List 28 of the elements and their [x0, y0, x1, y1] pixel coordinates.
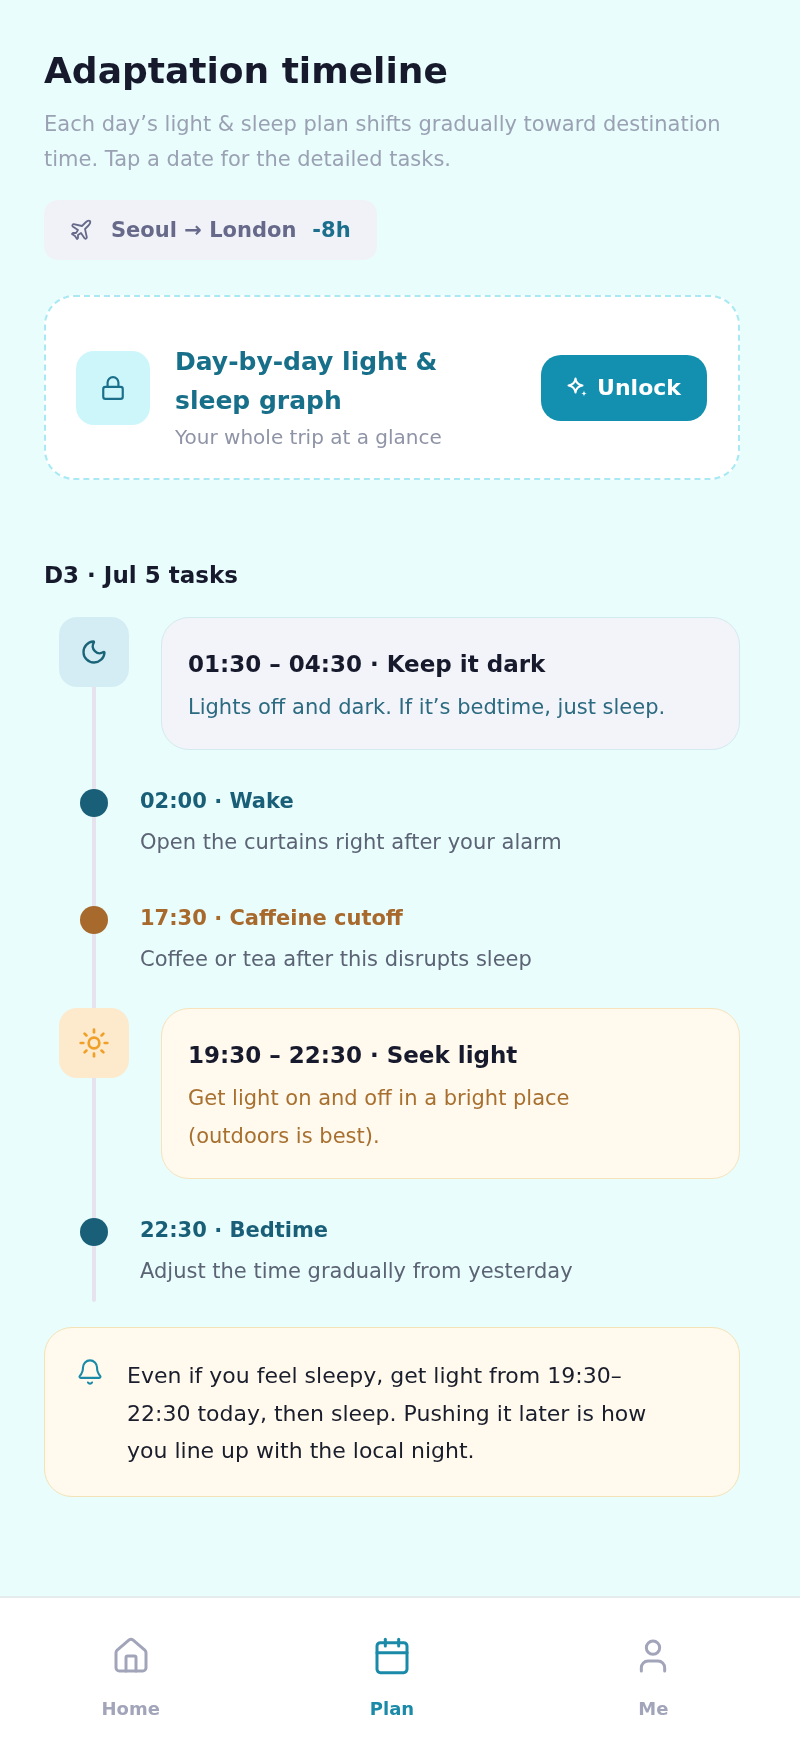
lock-icon: [76, 350, 150, 425]
task-description: Get light on and off in a bright place (outdoors is best).: [188, 1085, 571, 1150]
task-description: Lights off and dark. If it’s bedtime, just sleep.: [188, 694, 667, 721]
event-title: 17:30 · Caffeine cutoff: [140, 905, 404, 932]
section-heading: D3 · Jul 5 tasks: [44, 561, 239, 590]
task-title: 19:30 – 22:30 · Seek light: [188, 1041, 519, 1070]
route-text: Seoul → London: [111, 218, 297, 242]
page-title: Adaptation timeline: [44, 49, 449, 93]
event-title: 02:00 · Wake: [140, 788, 295, 815]
upsell-subtitle: Your whole trip at a glance: [175, 423, 443, 451]
event-description: Open the curtains right after your alarm: [140, 829, 562, 856]
sparkle-icon: [567, 377, 589, 398]
moon-icon: [59, 617, 129, 687]
unlock-button[interactable]: Unlock: [541, 354, 707, 421]
event-description: Coffee or tea after this disrupts sleep: [140, 946, 532, 973]
nav-tab[interactable]: Plan: [369, 1636, 415, 1721]
page-subtitle: Each day’s light & sleep plan shifts gradually toward destination time. Tap a date for the detailed tasks.: [44, 111, 722, 173]
sun-icon: [59, 1008, 129, 1078]
time-offset: -8h: [312, 218, 351, 242]
event-description: Adjust the time gradually from yesterday: [140, 1258, 573, 1285]
nav-tab[interactable]: Home: [101, 1636, 160, 1721]
nav-tab[interactable]: Me: [633, 1636, 674, 1721]
event-title: 22:30 · Bedtime: [140, 1217, 330, 1244]
bell-icon: [76, 1358, 104, 1386]
tip-text: Even if you feel sleepy, get light from 19:30–22:30 today, then sleep. Pushing it later is how you line up with the local night.: [127, 1362, 648, 1465]
plane-icon: [69, 218, 93, 242]
upsell-title: Day-by-day light & sleep graph: [175, 345, 439, 417]
task-title: 01:30 – 04:30 · Keep it dark: [188, 650, 547, 679]
